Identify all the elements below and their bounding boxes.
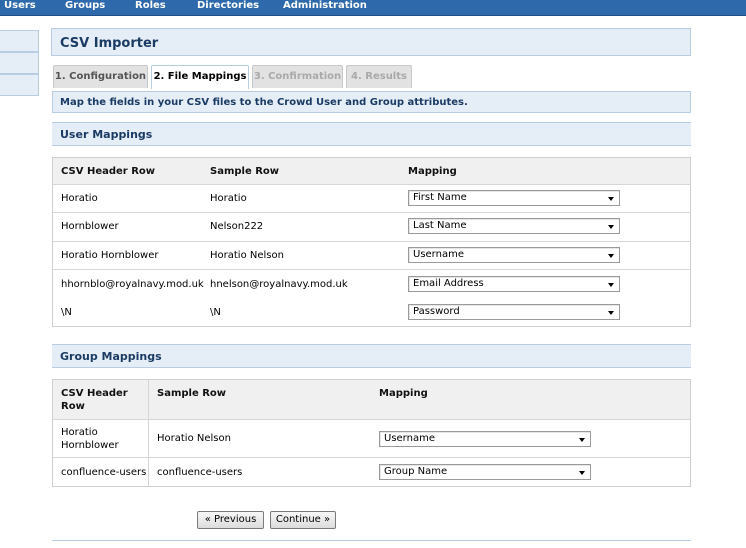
row-divider bbox=[53, 212, 690, 213]
nav-administration[interactable]: Administration bbox=[283, 0, 367, 15]
continue-button[interactable]: Continue » bbox=[270, 511, 336, 529]
user-row-5-sample: \N bbox=[210, 307, 221, 318]
tab-confirmation: 3. Confirmation bbox=[252, 65, 343, 88]
sidebar-item-3[interactable] bbox=[0, 74, 39, 96]
chevron-down-icon bbox=[579, 471, 585, 475]
chevron-down-icon bbox=[608, 225, 614, 229]
tab-configuration[interactable]: 1. Configuration bbox=[53, 65, 148, 88]
chevron-down-icon bbox=[608, 254, 614, 258]
group-row-2-sample: confluence-users bbox=[157, 467, 243, 478]
nav-roles[interactable]: Roles bbox=[135, 0, 166, 15]
user-row-1-mapping-value: First Name bbox=[413, 192, 467, 203]
user-row-3-mapping-select[interactable]: Username bbox=[408, 247, 620, 263]
header-csv-header-row-line2: Row bbox=[61, 401, 85, 412]
group-row-1-mapping-select[interactable]: Username bbox=[379, 431, 591, 447]
user-row-1-csv: Horatio bbox=[61, 193, 98, 204]
row-divider bbox=[53, 241, 690, 242]
info-message-bar: Map the fields in your CSV files to the … bbox=[52, 91, 691, 113]
previous-button[interactable]: « Previous bbox=[197, 511, 264, 529]
user-row-2-sample: Nelson222 bbox=[210, 221, 264, 232]
user-row-4-mapping-value: Email Address bbox=[413, 278, 484, 289]
top-navigation-bar: Users Groups Roles Directories Administr… bbox=[0, 0, 746, 16]
user-mappings-header: User Mappings bbox=[52, 122, 691, 146]
user-row-1-sample: Horatio bbox=[210, 193, 247, 204]
header-sample-row: Sample Row bbox=[210, 166, 280, 177]
bottom-divider bbox=[52, 540, 691, 541]
user-row-5-mapping-select[interactable]: Password bbox=[408, 304, 620, 320]
page-title: CSV Importer bbox=[60, 36, 159, 51]
group-mappings-table: CSV Header Row Sample Row Mapping Horati… bbox=[52, 379, 691, 487]
group-mappings-header: Group Mappings bbox=[52, 344, 691, 368]
group-mappings-title: Group Mappings bbox=[60, 350, 162, 363]
user-row-4-csv: hhornblo@royalnavy.mod.uk bbox=[61, 279, 204, 290]
row-divider bbox=[53, 184, 690, 185]
group-row-2-csv: confluence-users bbox=[61, 467, 147, 478]
header-csv-header-row: CSV Header Row bbox=[61, 166, 156, 177]
header-mapping: Mapping bbox=[379, 388, 428, 399]
row-divider bbox=[53, 419, 690, 420]
nav-groups[interactable]: Groups bbox=[65, 0, 105, 15]
group-row-2-mapping-value: Group Name bbox=[384, 466, 448, 477]
header-sample-row: Sample Row bbox=[157, 388, 227, 399]
group-row-2-mapping-select[interactable]: Group Name bbox=[379, 464, 591, 480]
user-row-2-mapping-value: Last Name bbox=[413, 220, 467, 231]
column-divider bbox=[148, 380, 149, 486]
row-divider bbox=[53, 457, 690, 458]
tab-file-mappings[interactable]: 2. File Mappings bbox=[151, 65, 249, 89]
sidebar-item-1[interactable] bbox=[0, 30, 39, 52]
tab-results: 4. Results bbox=[346, 65, 412, 88]
row-divider bbox=[53, 269, 690, 270]
user-row-3-sample: Horatio Nelson bbox=[210, 250, 284, 261]
user-mappings-table: CSV Header Row Sample Row Mapping Horati… bbox=[52, 157, 691, 327]
sidebar-item-2[interactable] bbox=[0, 52, 39, 74]
chevron-down-icon bbox=[608, 311, 614, 315]
user-row-4-sample: hnelson@royalnavy.mod.uk bbox=[210, 279, 348, 290]
user-row-2-csv: Hornblower bbox=[61, 221, 119, 232]
user-row-2-mapping-select[interactable]: Last Name bbox=[408, 218, 620, 234]
nav-directories[interactable]: Directories bbox=[197, 0, 259, 15]
user-row-5-csv: \N bbox=[61, 307, 72, 318]
group-row-1-sample: Horatio Nelson bbox=[157, 433, 231, 444]
user-row-3-csv: Horatio Hornblower bbox=[61, 250, 159, 261]
user-row-3-mapping-value: Username bbox=[413, 249, 464, 260]
header-mapping: Mapping bbox=[408, 166, 457, 177]
chevron-down-icon bbox=[579, 438, 585, 442]
header-csv-header-row-line1: CSV Header bbox=[61, 388, 128, 399]
user-row-4-mapping-select[interactable]: Email Address bbox=[408, 276, 620, 292]
group-row-1-csv-line1: Horatio bbox=[61, 427, 98, 438]
user-mappings-title: User Mappings bbox=[60, 128, 153, 141]
group-row-1-mapping-value: Username bbox=[384, 433, 435, 444]
user-row-1-mapping-select[interactable]: First Name bbox=[408, 190, 620, 206]
info-message: Map the fields in your CSV files to the … bbox=[60, 97, 468, 108]
page-title-panel: CSV Importer bbox=[51, 28, 691, 56]
chevron-down-icon bbox=[608, 197, 614, 201]
nav-users[interactable]: Users bbox=[4, 0, 36, 15]
user-row-5-mapping-value: Password bbox=[413, 306, 460, 317]
group-row-1-csv-line2: Hornblower bbox=[61, 440, 119, 451]
chevron-down-icon bbox=[608, 283, 614, 287]
